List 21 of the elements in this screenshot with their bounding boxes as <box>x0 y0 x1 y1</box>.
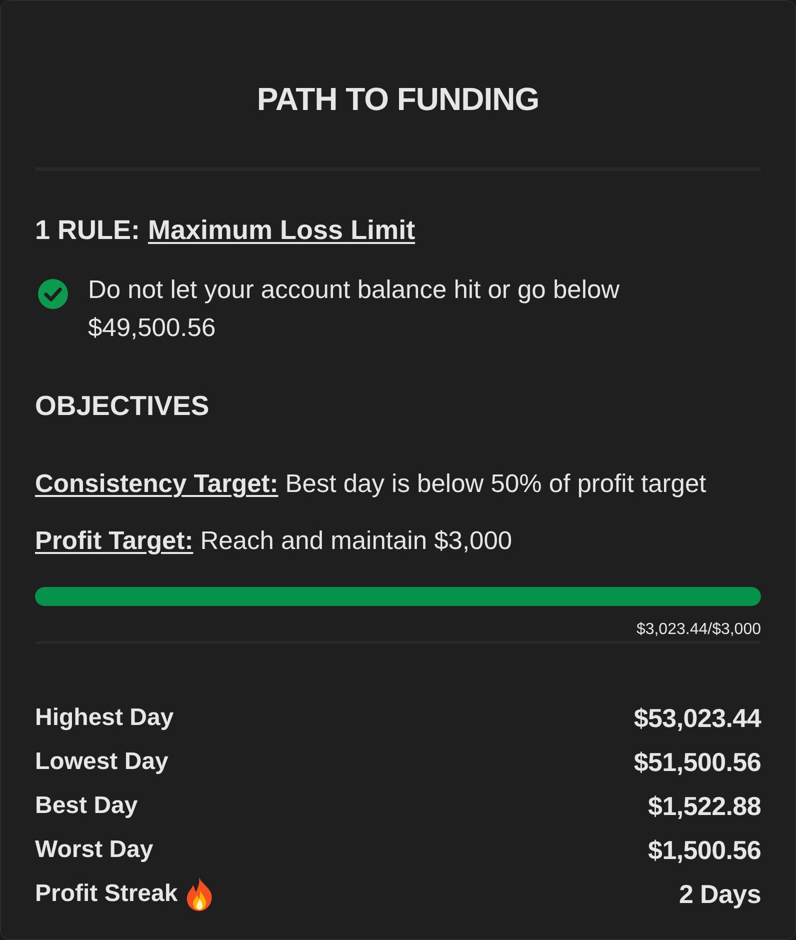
rule-link[interactable]: Maximum Loss Limit <box>148 213 416 247</box>
rule-description: Do not let your account balance hit or go below $49,500.56 <box>88 275 621 344</box>
panel-title: PATH TO FUNDING <box>256 80 540 119</box>
stat-label: Lowest Day <box>35 747 168 777</box>
objective-link[interactable]: Profit Target: <box>35 524 194 558</box>
stat-label: Highest Day <box>35 703 174 733</box>
objectives-heading: OBJECTIVES <box>35 389 210 423</box>
stat-value: $53,023.44 <box>634 702 761 734</box>
objective-text: Best day is below 50% of profit target <box>285 469 706 500</box>
stat-value: $51,500.56 <box>634 746 761 778</box>
stat-label: Best Day <box>35 791 138 821</box>
stat-label: Worst Day <box>35 835 154 865</box>
objective-text: Reach and maintain $3,000 <box>200 526 512 557</box>
objective-link[interactable]: Consistency Target: <box>35 467 278 501</box>
flame-icon <box>186 877 213 911</box>
stat-label: Profit Streak <box>35 879 178 909</box>
rule-heading: 1 RULE: <box>35 214 140 247</box>
progress-reading: $3,023.44/$3,000 <box>636 620 761 640</box>
stat-value: $1,522.88 <box>648 790 761 822</box>
stat-value: 2 Days <box>678 878 761 910</box>
stat-value: $1,500.56 <box>648 834 761 866</box>
